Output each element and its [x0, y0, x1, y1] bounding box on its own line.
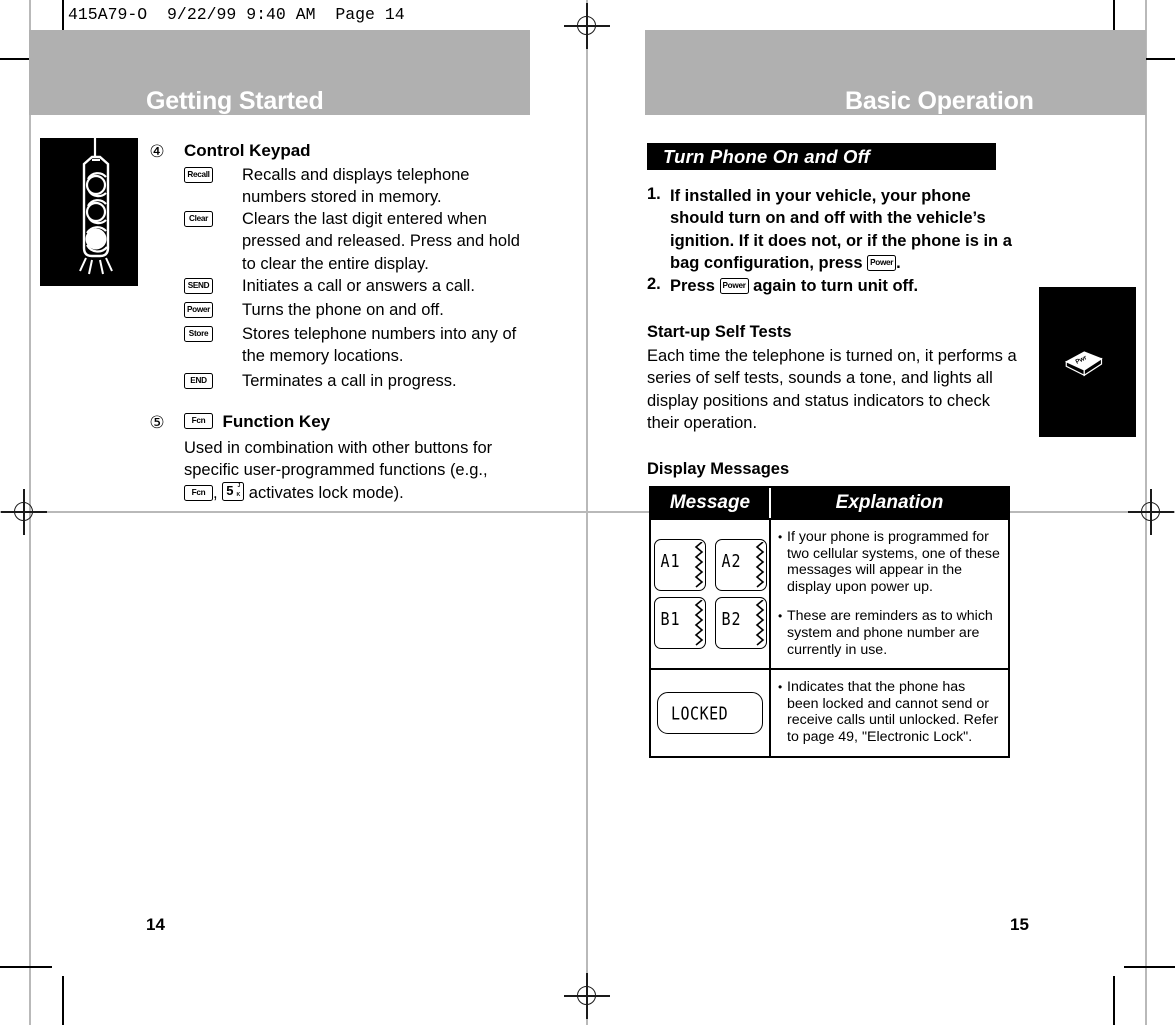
table-row: A1 A2 B1 B2 • If your phone is programme…: [651, 518, 1008, 669]
lcd-display-grid: A1 A2 B1 B2: [653, 539, 767, 650]
five-key-digit: 5: [226, 482, 234, 498]
recall-key-description: Recalls and displays telephone numbers s…: [242, 166, 470, 207]
function-key-body-part2: activates lock mode).: [248, 483, 404, 502]
left-thumb-tab: [40, 138, 138, 286]
power-key-inline-icon-2[interactable]: Power: [719, 278, 749, 294]
table-cell-message-system-ids: A1 A2 B1 B2: [651, 520, 771, 669]
crop-mark-bottom-left-h: [0, 966, 52, 968]
power-key-icon[interactable]: Power: [184, 302, 213, 318]
lcd-display-a1: A1: [653, 539, 706, 592]
left-page-folio: 14: [146, 915, 165, 934]
registration-mark-right: [1128, 489, 1174, 535]
power-key-inline-icon-1[interactable]: Power: [867, 254, 897, 271]
right-thumb-tab: Pwr: [1039, 287, 1136, 437]
table-row: LOCKED Indicates that the phone has been…: [651, 668, 1008, 756]
torn-edge-icon: [755, 542, 764, 588]
lcd-display-b2: B2: [714, 597, 767, 650]
selftest-body: Each time the telephone is turned on, it…: [647, 347, 1017, 432]
torn-edge-icon: [755, 600, 764, 646]
control-keypad-heading: Control Keypad: [184, 141, 311, 160]
registration-mark-top: [564, 3, 610, 49]
step-2-number: 2.: [647, 275, 661, 293]
selftest-heading: Start-up Self Tests: [647, 323, 792, 341]
recall-key-icon[interactable]: Recall: [184, 167, 213, 183]
bullet-item: If your phone is programmed for two cell…: [778, 528, 1000, 595]
registration-mark-left: [1, 489, 47, 535]
table-cell-explanation-system-ids: If your phone is programmed for two cell…: [771, 520, 1008, 668]
torn-edge-icon: [694, 600, 703, 646]
step-1-text-before: If installed in your vehicle, your phone…: [670, 187, 1012, 272]
bullet-item: These are reminders as to which system a…: [778, 608, 1000, 658]
clear-key-icon[interactable]: Clear: [184, 211, 213, 227]
fcn-key-inline-icon[interactable]: Fcn: [184, 484, 213, 501]
torn-edge-icon: [694, 542, 703, 588]
lcd-text-locked: LOCKED: [671, 702, 729, 724]
send-key-icon[interactable]: SEND: [184, 278, 213, 294]
clear-key-description: Clears the last digit entered when press…: [242, 210, 520, 273]
section-bar-label: Turn Phone On and Off: [663, 146, 871, 167]
fcn-key-icon[interactable]: Fcn: [184, 413, 213, 429]
table-header-message: Message: [651, 488, 771, 518]
table-cell-message-locked: LOCKED: [651, 670, 771, 756]
scan-header-text: 415A79-O 9/22/99 9:40 AM Page 14: [68, 5, 405, 24]
end-key-icon[interactable]: END: [184, 373, 213, 389]
lcd-display-a2: A2: [714, 539, 767, 592]
lcd-display-locked: LOCKED: [657, 691, 763, 734]
lcd-text-a2: A2: [721, 550, 742, 572]
step-2-text-before: Press: [670, 277, 715, 295]
table-cell-explanation-locked: Indicates that the phone has been locked…: [771, 670, 1008, 755]
list-number-5: ⑤: [149, 413, 165, 432]
crop-mark-bottom-left-v: [62, 976, 64, 1025]
list-number-4: ④: [149, 142, 165, 161]
end-key-description: Terminates a call in progress.: [242, 372, 457, 390]
step-1-text-after: .: [896, 253, 901, 272]
crop-mark-bottom-right-v: [1113, 976, 1115, 1025]
right-page-title: Basic Operation: [845, 87, 1034, 115]
table-header-row: Message Explanation: [651, 488, 1008, 518]
crop-mark-bottom-right-h: [1124, 966, 1175, 968]
function-key-body: Used in combination with other buttons f…: [184, 437, 529, 504]
lcd-text-a1: A1: [660, 550, 681, 572]
five-key-icon[interactable]: 5JK: [222, 481, 245, 501]
power-key-icon: Pwr: [1065, 351, 1103, 377]
send-key-description: Initiates a call or answers a call.: [242, 277, 475, 295]
five-key-superscript: J: [237, 482, 241, 489]
power-key-description: Turns the phone on and off.: [242, 301, 444, 319]
store-key-icon[interactable]: Store: [184, 326, 213, 342]
table-header-explanation: Explanation: [835, 492, 944, 513]
store-key-description: Stores telephone numbers into any of the…: [242, 325, 517, 366]
lcd-text-b1: B1: [660, 608, 681, 630]
registration-mark-bottom: [564, 973, 610, 1019]
right-page-folio: 15: [1010, 915, 1029, 934]
guide-line-vertical-center: [586, 0, 588, 1025]
function-key-body-part1: Used in combination with other buttons f…: [184, 439, 493, 480]
step-1-text: If installed in your vehicle, your phone…: [670, 185, 1028, 274]
step-2-text-after: again to turn unit off.: [753, 277, 919, 295]
bullet-item: Indicates that the phone has been locked…: [778, 679, 1000, 745]
step-1-number: 1.: [647, 185, 661, 203]
display-messages-table: Message Explanation A1 A2 B1 B2 • If you…: [649, 486, 1010, 758]
function-key-heading: Function Key: [222, 412, 331, 431]
step-2-text: Press Power again to turn unit off.: [670, 275, 1028, 297]
function-key-body-separator: ,: [213, 483, 218, 502]
signal-indicator-icon: [79, 138, 113, 275]
function-key-heading-row: Fcn Function Key: [184, 412, 330, 432]
left-page-title: Getting Started: [146, 87, 324, 115]
lcd-text-b2: B2: [721, 608, 742, 630]
five-key-subscript: K: [236, 492, 241, 499]
lcd-display-b1: B1: [653, 597, 706, 650]
display-messages-heading: Display Messages: [647, 460, 790, 478]
